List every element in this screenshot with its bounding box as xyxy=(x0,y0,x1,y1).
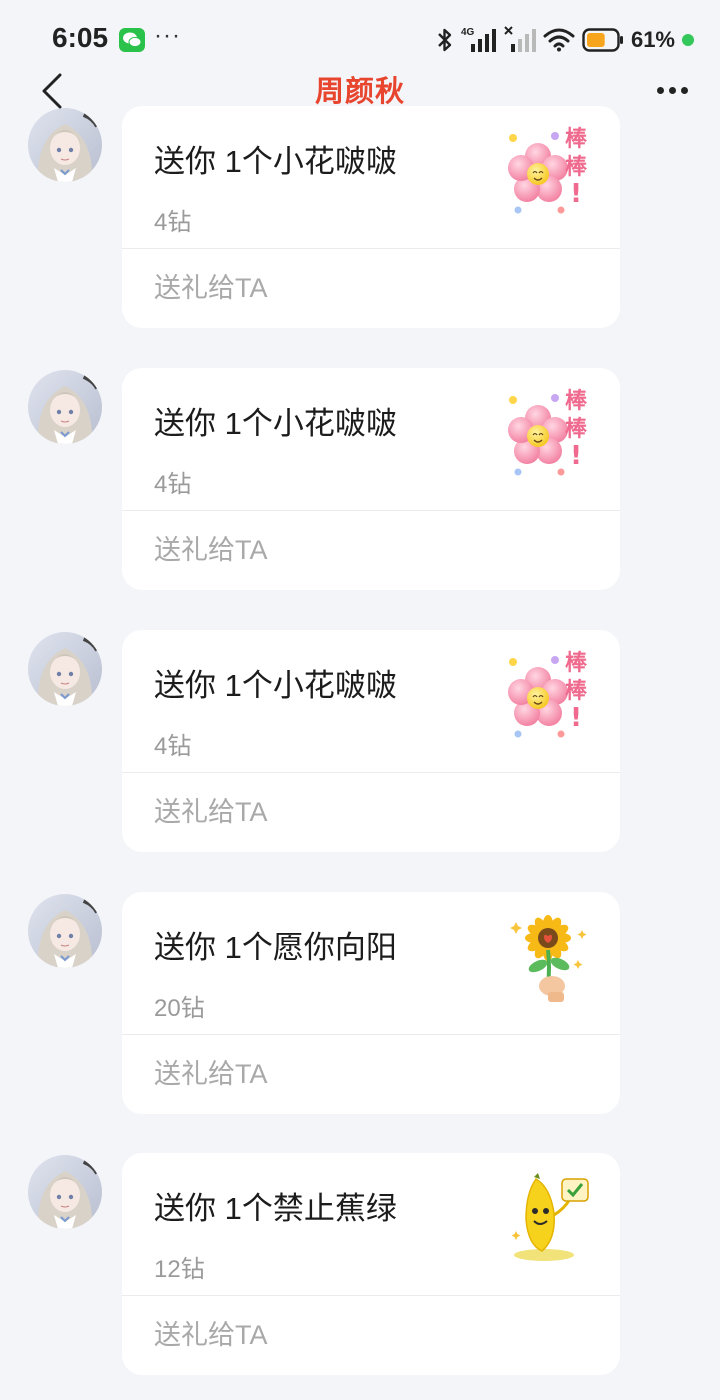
gift-card[interactable]: 送你 1个小花啵啵 4钻 棒棒! 送礼给TA xyxy=(122,106,620,328)
gift-card[interactable]: 送你 1个愿你向阳 20钻 送礼给TA xyxy=(122,892,620,1114)
sunflower-sticker-icon xyxy=(504,908,600,1004)
divider xyxy=(122,772,620,773)
avatar[interactable] xyxy=(28,894,102,968)
send-gift-button[interactable]: 送礼给TA xyxy=(154,790,268,829)
sticker-text: ! xyxy=(570,179,582,209)
avatar[interactable] xyxy=(28,632,102,706)
send-gift-button[interactable]: 送礼给TA xyxy=(154,1313,268,1352)
sticker-text: ! xyxy=(570,703,582,733)
divider xyxy=(122,248,620,249)
gift-title: 送你 1个小花啵啵 xyxy=(154,668,397,703)
banana-sticker-icon xyxy=(504,1169,600,1265)
sticker-text: 棒 xyxy=(565,651,588,676)
more-horizontal-icon xyxy=(668,86,676,94)
gift-card[interactable]: 送你 1个禁止蕉绿 12钻 送礼给TA xyxy=(122,1153,620,1375)
divider xyxy=(122,1295,620,1296)
gift-title: 送你 1个禁止蕉绿 xyxy=(154,1191,397,1226)
flower-sticker-icon: 棒棒! xyxy=(504,122,600,218)
gift-card[interactable]: 送你 1个小花啵啵 4钻 棒棒! 送礼给TA xyxy=(122,630,620,852)
gift-message: 送你 1个小花啵啵 4钻 棒棒! 送礼给TA xyxy=(0,630,720,854)
sticker-text: 棒 xyxy=(565,127,588,152)
send-gift-button[interactable]: 送礼给TA xyxy=(154,528,268,567)
gift-message: 送你 1个禁止蕉绿 12钻 送礼给TA xyxy=(0,1153,720,1377)
gift-title: 送你 1个小花啵啵 xyxy=(154,406,397,441)
gift-price: 4钻 xyxy=(154,209,192,236)
sticker-text: 棒 xyxy=(565,155,588,180)
gift-message-list: 送你 1个小花啵啵 4钻 棒棒! 送礼给TA 送你 1个小花啵啵 4钻 棒 棒 … xyxy=(0,0,720,1400)
sticker-text: 棒 xyxy=(565,417,588,442)
sticker-text: 棒 xyxy=(565,679,588,704)
more-menu-button[interactable] xyxy=(648,70,696,110)
gift-message: 送你 1个小花啵啵 4钻 棒棒! 送礼给TA xyxy=(0,368,720,592)
gift-message: 送你 1个小花啵啵 4钻 棒棒! 送礼给TA xyxy=(0,106,720,330)
gift-card[interactable]: 送你 1个小花啵啵 4钻 棒棒! 送礼给TA xyxy=(122,368,620,590)
page-title: 周颜秋 xyxy=(314,76,405,108)
flower-sticker-icon: 棒棒! xyxy=(504,646,600,742)
more-horizontal-icon xyxy=(680,86,688,94)
sticker-text: ! xyxy=(570,441,582,471)
nav-header: 周颜秋 xyxy=(0,60,720,120)
divider xyxy=(122,1034,620,1035)
gift-title: 送你 1个小花啵啵 xyxy=(154,144,397,179)
more-horizontal-icon xyxy=(656,86,664,94)
gift-price: 4钻 xyxy=(154,733,192,760)
gift-price: 20钻 xyxy=(154,995,205,1022)
avatar[interactable] xyxy=(28,370,102,444)
gift-price: 12钻 xyxy=(154,1256,205,1283)
avatar[interactable] xyxy=(28,1155,102,1229)
gift-message: 送你 1个愿你向阳 20钻 送礼给TA xyxy=(0,892,720,1116)
flower-sticker-icon: 棒棒! xyxy=(504,384,600,480)
send-gift-button[interactable]: 送礼给TA xyxy=(154,1052,268,1091)
gift-title: 送你 1个愿你向阳 xyxy=(154,930,397,965)
send-gift-button[interactable]: 送礼给TA xyxy=(154,266,268,305)
gift-price: 4钻 xyxy=(154,471,192,498)
sticker-text: 棒 xyxy=(565,389,588,414)
divider xyxy=(122,510,620,511)
